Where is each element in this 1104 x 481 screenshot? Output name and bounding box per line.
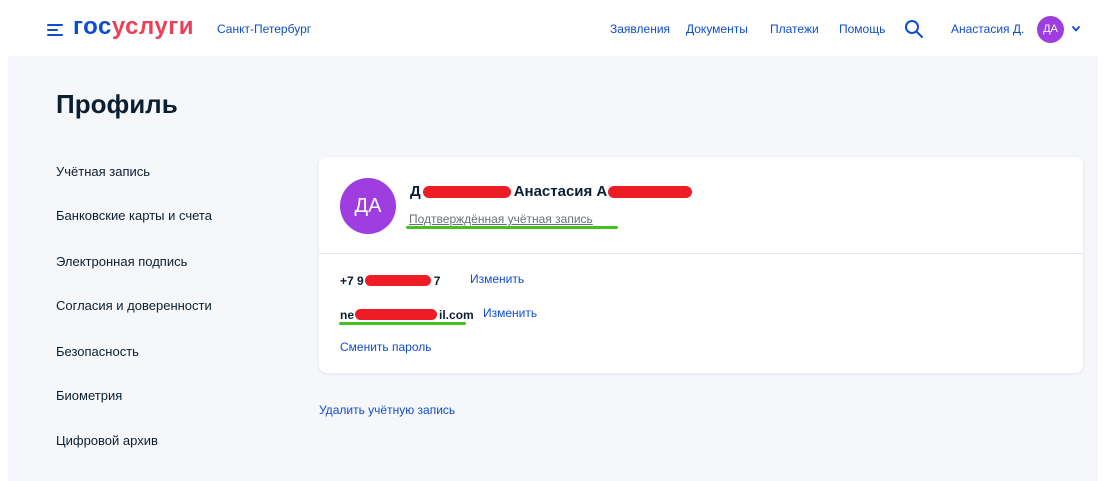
redaction-mark: [364, 275, 431, 287]
email-prefix: ne: [340, 307, 355, 322]
menu-icon[interactable]: [47, 24, 63, 36]
highlight-underline: [339, 322, 466, 325]
email-suffix: il.com: [439, 307, 474, 322]
gosuslugi-logo[interactable]: госуслуги: [73, 13, 194, 41]
delete-account-link[interactable]: Удалить учётную запись: [319, 403, 455, 417]
sidebar-item-consents[interactable]: Согласия и доверенности: [56, 298, 212, 314]
sidebar-item-security[interactable]: Безопасность: [56, 344, 139, 360]
avatar[interactable]: ДА: [1037, 16, 1064, 43]
sidebar-item-bank-cards[interactable]: Банковские карты и счета: [56, 208, 212, 224]
user-name[interactable]: Анастасия Д.: [951, 22, 1024, 36]
nav-documents[interactable]: Документы: [686, 22, 748, 36]
redaction-mark: [355, 309, 438, 321]
logo-part-uslugi: услуги: [111, 13, 194, 40]
chevron-down-icon[interactable]: [1071, 24, 1081, 34]
name-prefix: Д: [410, 183, 421, 201]
sidebar-item-account[interactable]: Учётная запись: [56, 164, 150, 180]
highlight-underline: [406, 226, 618, 229]
nav-payments[interactable]: Платежи: [770, 22, 819, 36]
sidebar-item-biometrics[interactable]: Биометрия: [56, 388, 122, 404]
redaction-mark: [608, 186, 693, 199]
change-password-link[interactable]: Сменить пароль: [340, 340, 432, 354]
profile-avatar: ДА: [340, 178, 396, 234]
nav-help[interactable]: Помощь: [839, 22, 885, 36]
phone-value: +7 9 7: [340, 273, 440, 288]
logo-part-gos: гос: [73, 13, 112, 40]
phone-suffix: 7: [433, 273, 441, 288]
sidebar-item-e-signature[interactable]: Электронная подпись: [56, 254, 187, 270]
full-name: Д Анастасия А: [410, 183, 693, 201]
search-icon[interactable]: [904, 19, 924, 39]
page-title: Профиль: [56, 89, 178, 119]
name-middle: Анастасия А: [513, 183, 608, 201]
change-email-button[interactable]: Изменить: [483, 306, 537, 320]
profile-card: ДА Д Анастасия А Подтверждённая учётная з…: [319, 157, 1083, 373]
sidebar-item-digital-archive[interactable]: Цифровой архив: [56, 433, 158, 449]
header: госуслуги Санкт-Петербург Заявления Доку…: [0, 0, 1104, 56]
phone-prefix: +7 9: [340, 273, 364, 288]
email-value: ne il.com: [340, 307, 474, 322]
divider: [319, 253, 1083, 254]
change-phone-button[interactable]: Изменить: [470, 272, 524, 286]
city-selector[interactable]: Санкт-Петербург: [217, 22, 311, 36]
verified-account-link[interactable]: Подтверждённая учётная запись: [409, 212, 593, 226]
redaction-mark: [422, 186, 511, 199]
nav-applications[interactable]: Заявления: [610, 22, 670, 36]
